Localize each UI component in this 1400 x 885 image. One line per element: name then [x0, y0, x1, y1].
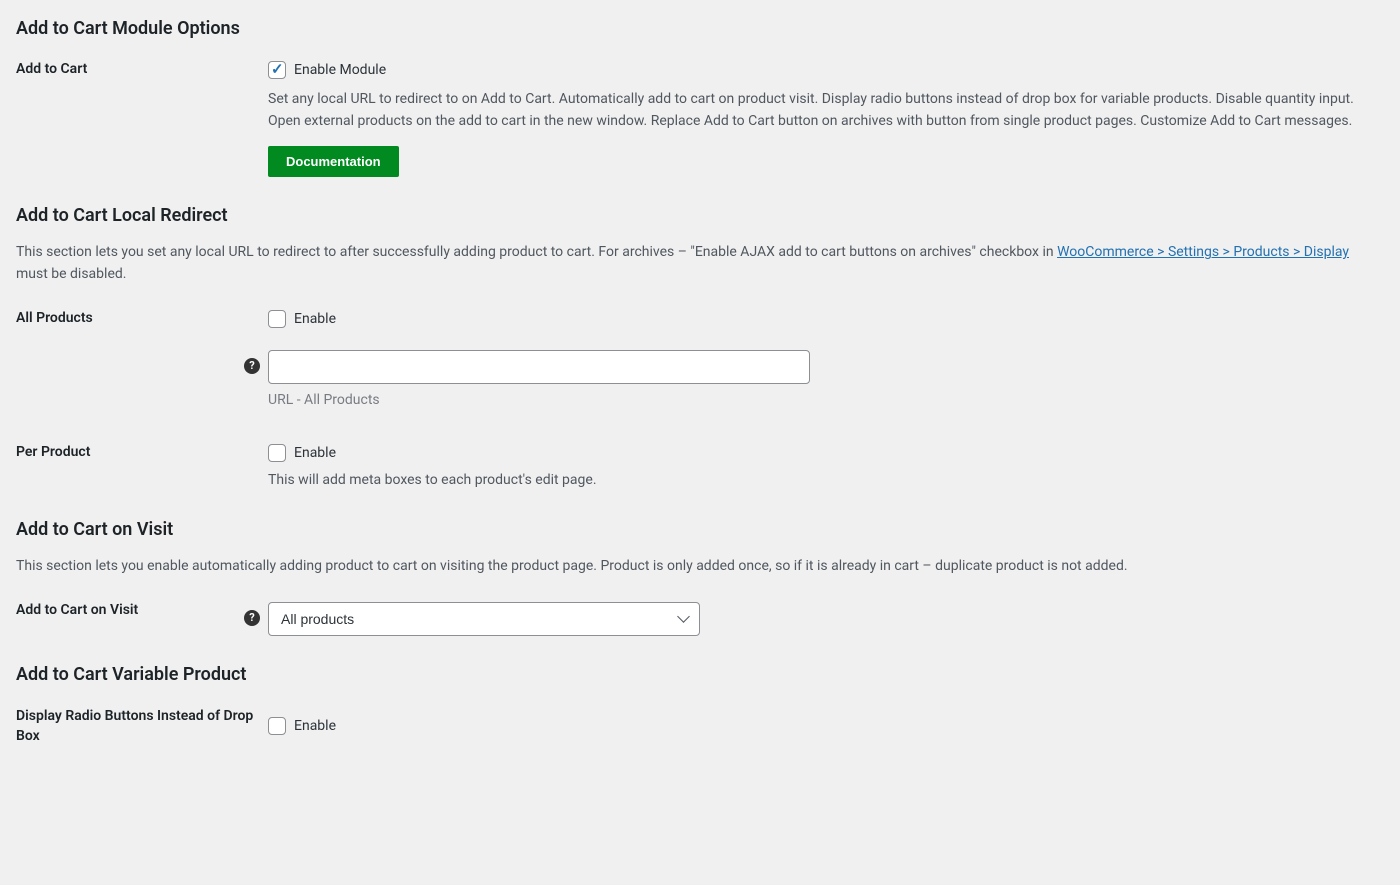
redirect-desc-suffix: must be disabled.	[16, 266, 126, 282]
on-visit-field-label: Add to Cart on Visit	[16, 602, 268, 618]
local-redirect-description: This section lets you set any local URL …	[16, 242, 1376, 285]
module-description: Set any local URL to redirect to on Add …	[268, 89, 1378, 132]
per-product-field-label: Per Product	[16, 444, 268, 460]
on-visit-select[interactable]: All products	[268, 602, 700, 636]
redirect-desc-prefix: This section lets you set any local URL …	[16, 244, 1057, 260]
enable-module-checkbox[interactable]	[268, 61, 286, 79]
radio-buttons-enable-checkbox[interactable]	[268, 717, 286, 735]
enable-module-label: Enable Module	[294, 62, 386, 78]
documentation-button[interactable]: Documentation	[268, 146, 399, 177]
per-product-enable-checkbox[interactable]	[268, 444, 286, 462]
radio-buttons-field-label: Display Radio Buttons Instead of Drop Bo…	[16, 707, 268, 746]
all-products-enable-label: Enable	[294, 311, 336, 327]
radio-buttons-enable-label: Enable	[294, 718, 336, 734]
url-all-products-sublabel: URL - All Products	[268, 392, 810, 408]
help-icon[interactable]: ?	[244, 610, 260, 626]
per-product-description: This will add meta boxes to each product…	[268, 470, 1384, 492]
url-all-products-input[interactable]	[268, 350, 810, 384]
woocommerce-settings-link[interactable]: WooCommerce > Settings > Products > Disp…	[1057, 244, 1349, 260]
on-visit-description: This section lets you enable automatical…	[16, 556, 1376, 578]
module-options-heading: Add to Cart Module Options	[16, 18, 1384, 39]
local-redirect-heading: Add to Cart Local Redirect	[16, 205, 1384, 226]
help-icon[interactable]: ?	[244, 358, 260, 374]
all-products-enable-checkbox[interactable]	[268, 310, 286, 328]
variable-product-heading: Add to Cart Variable Product	[16, 664, 1384, 685]
add-to-cart-field-label: Add to Cart	[16, 61, 268, 77]
all-products-field-label: All Products	[16, 310, 268, 326]
on-visit-heading: Add to Cart on Visit	[16, 519, 1384, 540]
per-product-enable-label: Enable	[294, 445, 336, 461]
